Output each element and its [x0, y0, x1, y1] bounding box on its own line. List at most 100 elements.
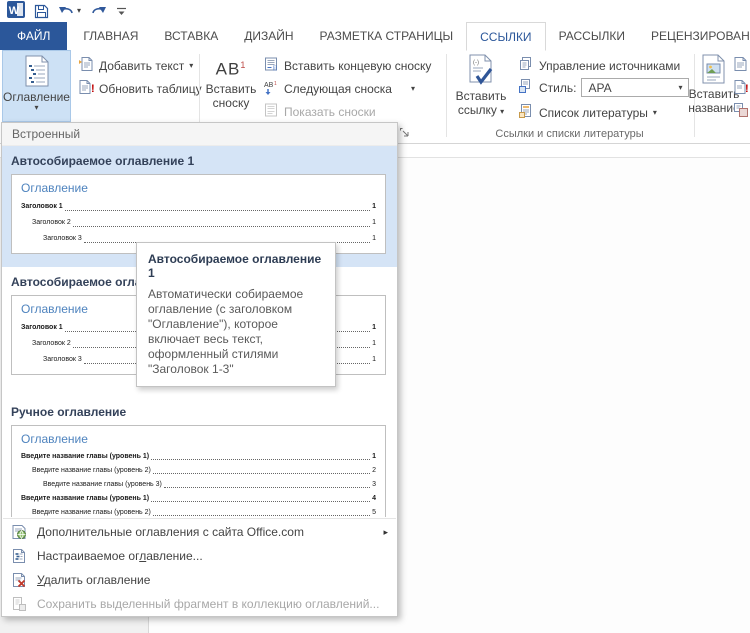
save-selection-icon — [11, 596, 27, 612]
style-row: Стиль: APA ▾ — [518, 77, 689, 98]
svg-text:!: ! — [91, 83, 94, 95]
insert-table-of-figures-button[interactable] — [733, 55, 749, 76]
save-button[interactable] — [34, 4, 49, 19]
bibliography-label: Список литературы — [539, 106, 648, 120]
undo-dropdown-arrow-icon[interactable]: ▾ — [77, 7, 81, 15]
submenu-arrow-icon: ▸ — [383, 527, 388, 538]
add-text-icon — [78, 56, 94, 75]
svg-text:!: ! — [745, 83, 749, 95]
ribbon-tab-bar: ФАЙЛ ГЛАВНАЯ ВСТАВКА ДИЗАЙН РАЗМЕТКА СТР… — [0, 22, 750, 51]
insert-citation-arrow-icon: ▾ — [500, 107, 504, 116]
table-of-figures-icon — [733, 56, 749, 75]
combo-arrow-icon[interactable]: ▾ — [678, 84, 682, 92]
next-footnote-arrow-icon: ▾ — [411, 85, 415, 93]
tab-insert[interactable]: ВСТАВКА — [151, 22, 231, 50]
menu-item-more-toc-office-com[interactable]: Дополнительные оглавления с сайта Office… — [2, 520, 397, 544]
gallery-item-title: Автособираемое оглавление 1 — [11, 151, 386, 174]
gallery-item-title: Ручное оглавление — [11, 393, 386, 425]
insert-caption-button[interactable]: Вставитьназвание — [698, 50, 730, 122]
redo-button[interactable] — [90, 4, 107, 18]
svg-text:АВ: АВ — [264, 82, 274, 89]
tab-references[interactable]: ССЫЛКИ — [466, 22, 545, 51]
custom-toc-icon — [11, 548, 27, 564]
word-app-icon: W — [7, 1, 25, 21]
manage-sources-button[interactable]: Управление источниками — [518, 55, 680, 76]
add-text-label: Добавить текст — [99, 59, 184, 73]
menu-item-custom-toc[interactable]: Настраиваемое оглавление... — [2, 544, 397, 568]
remove-toc-icon — [11, 572, 27, 588]
update-figures-table-button[interactable]: ! — [733, 78, 749, 99]
insert-endnote-icon: [i] — [263, 56, 279, 75]
style-icon — [518, 78, 534, 97]
show-notes-icon — [263, 102, 279, 121]
next-footnote-icon: АВ1 — [263, 79, 279, 98]
undo-button[interactable]: ▾ — [58, 4, 81, 18]
update-table-button[interactable]: ! Обновить таблицу — [78, 78, 202, 99]
citation-style-combobox[interactable]: APA ▾ — [581, 78, 689, 97]
manage-sources-icon — [518, 56, 534, 75]
bibliography-icon — [518, 103, 534, 122]
add-text-arrow-icon: ▾ — [189, 62, 193, 70]
svg-text:(-): (-) — [473, 60, 479, 66]
tab-page-layout[interactable]: РАЗМЕТКА СТРАНИЦЫ — [307, 22, 467, 50]
toc-preview: Оглавление Введите название главы (урове… — [11, 425, 386, 517]
add-text-button[interactable]: Добавить текст ▾ — [78, 55, 193, 76]
quick-access-toolbar: W ▾ — [0, 0, 750, 22]
toc-dropdown-arrow-icon: ▾ — [34, 104, 38, 112]
bibliography-arrow-icon: ▾ — [653, 109, 657, 117]
update-table-label: Обновить таблицу — [99, 82, 202, 96]
manage-sources-label: Управление источниками — [539, 59, 680, 73]
cross-reference-button[interactable] — [733, 101, 749, 122]
svg-text:[i]: [i] — [273, 66, 278, 72]
bibliography-button[interactable]: Список литературы ▾ — [518, 102, 657, 123]
menu-item-label: Дополнительные оглавления с сайта Office… — [37, 525, 373, 539]
insert-footnote-label: Вставитьсноску — [206, 82, 257, 110]
gallery-item-manual-toc[interactable]: Ручное оглавление Оглавление Введите наз… — [2, 388, 397, 517]
svg-text:W: W — [9, 5, 20, 17]
insert-endnote-button[interactable]: [i] Вставить концевую сноску — [263, 55, 431, 76]
menu-item-label: Сохранить выделенный фрагмент в коллекци… — [37, 597, 388, 611]
tooltip-title: Автособираемое оглавление 1 — [148, 252, 324, 280]
tab-home[interactable]: ГЛАВНАЯ — [70, 22, 151, 50]
toc-preview-line: Введите название главы (уровень 2)5 — [21, 506, 376, 517]
toc-button-label: Оглавление — [3, 90, 70, 104]
citations-group-label: Ссылки и списки литературы — [447, 128, 692, 140]
citation-style-value: APA — [588, 81, 611, 95]
style-label: Стиль: — [539, 81, 576, 95]
toc-preview-line: Введите название главы (уровень 3)3 — [21, 478, 376, 492]
tab-design[interactable]: ДИЗАЙН — [231, 22, 306, 50]
gallery-item-tooltip: Автособираемое оглавление 1 Автоматическ… — [136, 242, 336, 387]
tab-file[interactable]: ФАЙЛ — [0, 22, 67, 50]
footnotes-dialog-launcher[interactable] — [399, 127, 410, 141]
toc-preview-heading: Оглавление — [21, 432, 376, 446]
gallery-section-header: Встроенный — [2, 123, 397, 146]
insert-endnote-label: Вставить концевую сноску — [284, 59, 431, 73]
toc-preview-line: Заголовок 21 — [21, 215, 376, 231]
toc-preview-heading: Оглавление — [21, 181, 376, 195]
toc-big-icon — [22, 55, 52, 90]
toc-preview-line: Введите название главы (уровень 2)2 — [21, 464, 376, 478]
insert-citation-icon: (-) — [466, 54, 496, 89]
tab-mailings[interactable]: РАССЫЛКИ — [546, 22, 638, 50]
group-separator — [446, 54, 447, 137]
table-of-contents-button[interactable]: Оглавление ▾ — [2, 50, 71, 122]
tab-review[interactable]: РЕЦЕНЗИРОВАНИЕ — [638, 22, 750, 50]
toc-preview-line: Введите название главы (уровень 1)1 — [21, 450, 376, 464]
menu-separator — [3, 518, 396, 519]
insert-citation-button[interactable]: (-) Вставитьссылку ▾ — [450, 50, 512, 122]
update-figures-table-icon: ! — [733, 79, 749, 98]
customize-qat-button[interactable] — [116, 6, 127, 17]
menu-item-save-selection-to-gallery: Сохранить выделенный фрагмент в коллекци… — [2, 592, 397, 616]
show-notes-button: Показать сноски — [263, 101, 376, 122]
insert-citation-label: Вставитьссылку ▾ — [456, 89, 507, 117]
menu-item-remove-toc[interactable]: Удалить оглавление — [2, 568, 397, 592]
insert-footnote-button[interactable]: АВ1 Вставитьсноску — [203, 50, 259, 122]
next-footnote-button[interactable]: АВ1 Следующая сноска ▾ — [263, 78, 415, 99]
menu-item-label: Настраиваемое оглавление... — [37, 549, 388, 563]
tooltip-body: Автоматически собираемое оглавление (с з… — [148, 287, 324, 377]
insert-caption-icon — [700, 54, 728, 87]
word-window: W ▾ ФАЙЛ ГЛАВНАЯ ВСТАВКА ДИЗАЙН РАЗМЕТКА… — [0, 0, 750, 633]
toc-preview-line: Введите название главы (уровень 1)4 — [21, 492, 376, 506]
menu-item-label: Удалить оглавление — [37, 573, 388, 587]
show-notes-label: Показать сноски — [284, 105, 376, 119]
